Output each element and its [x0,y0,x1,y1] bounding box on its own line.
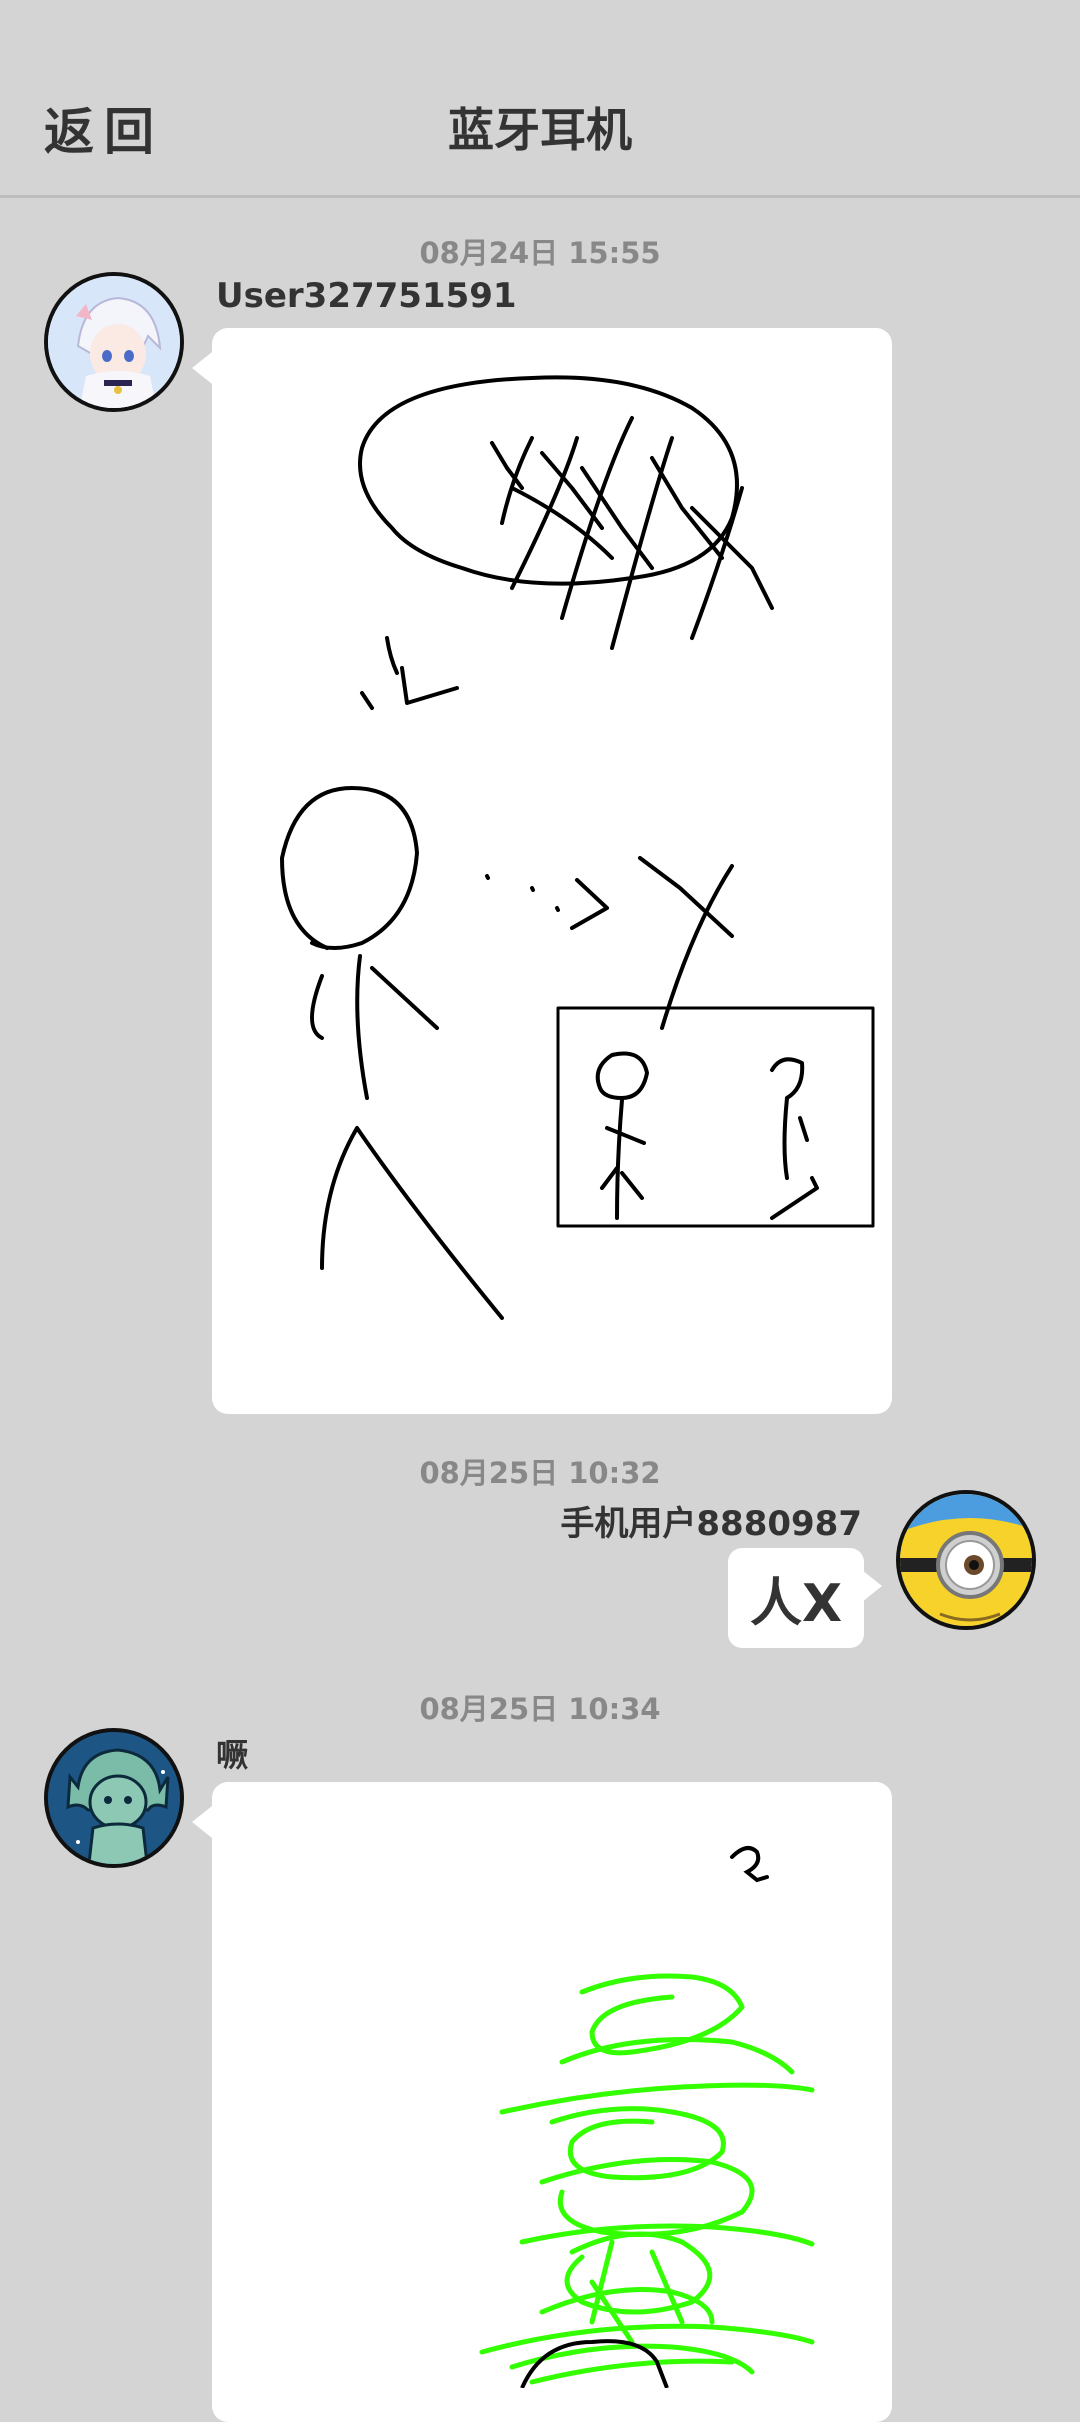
drawing-image [479,1846,815,2388]
page-title: 蓝牙耳机 [448,103,632,157]
sender-name: 噘 [216,1736,249,1774]
drawing-image [280,375,875,1320]
message-timestamp: 08月25日 10:32 [419,1456,661,1490]
user-avatar[interactable] [44,272,184,412]
green-character-avatar-icon [48,1732,180,1864]
bubble-tail [862,1570,882,1602]
anime-avatar-icon [48,276,180,408]
sender-name: User327751591 [216,276,517,316]
message-timestamp: 08月24日 15:55 [419,236,661,270]
drawing-message-bubble[interactable] [212,328,892,1414]
bubble-tail [192,1806,212,1838]
sender-name: 手机用户8880987 [560,1504,862,1544]
drawing-message-bubble[interactable] [212,1782,892,2422]
bubble-tail [192,352,212,384]
user-avatar[interactable] [44,1728,184,1868]
top-bar: 返回 蓝牙耳机 [0,0,1080,198]
message-timestamp: 08月25日 10:34 [419,1692,661,1726]
text-message-bubble[interactable]: 人X [728,1548,864,1648]
minion-avatar[interactable] [896,1490,1036,1630]
minion-avatar-icon [900,1494,1032,1626]
